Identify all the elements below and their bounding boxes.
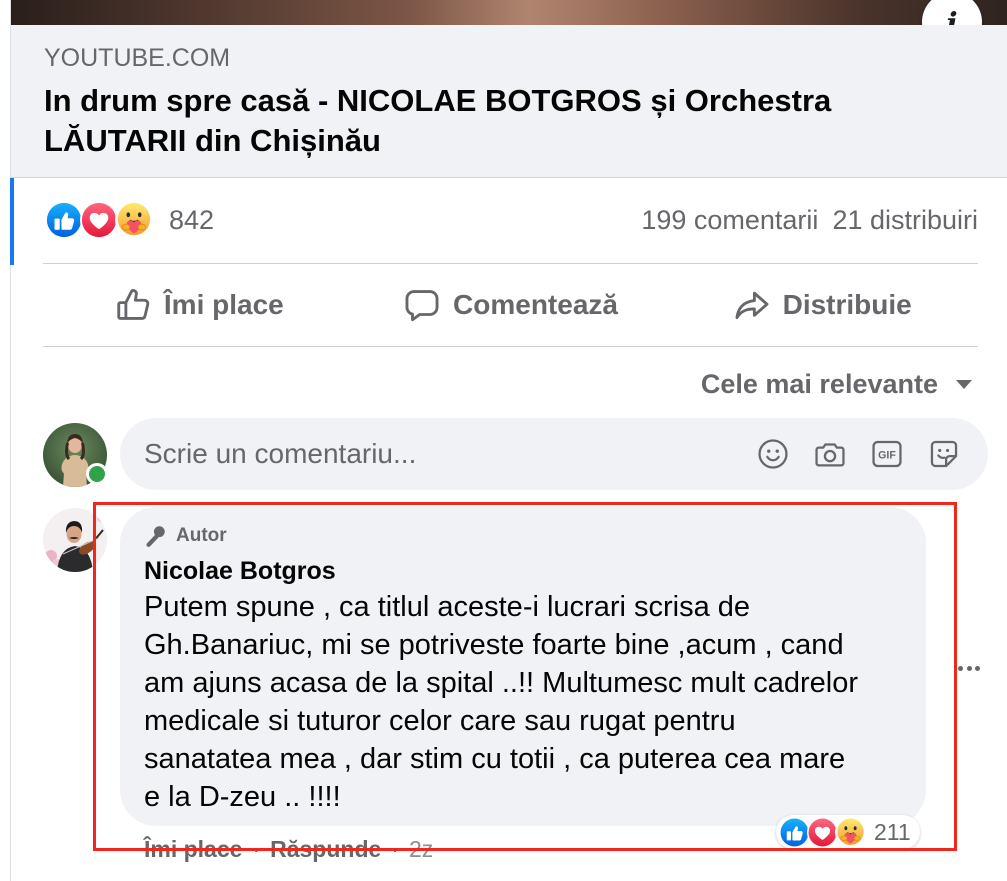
- care-reaction-icon: [115, 201, 153, 239]
- microphone-icon: [146, 526, 165, 547]
- comment-reply-link[interactable]: Răspunde: [270, 835, 381, 863]
- gif-icon-label: GIF: [878, 449, 896, 461]
- online-status-dot: [86, 463, 108, 485]
- gif-icon[interactable]: GIF: [870, 437, 904, 471]
- separator: ·: [252, 836, 261, 862]
- camera-icon[interactable]: [813, 437, 847, 471]
- love-reaction-icon: [807, 817, 838, 848]
- comment-like-link[interactable]: Îmi place: [144, 835, 242, 863]
- focus-indicator: [10, 178, 14, 265]
- comment-icon: [405, 290, 439, 322]
- comment-text: Putem spune , ca titlul aceste-i lucrari…: [144, 591, 859, 813]
- divider: [43, 346, 978, 347]
- emoji-icon[interactable]: [756, 437, 790, 471]
- dot: [975, 665, 980, 671]
- comments-count[interactable]: 199 comentarii: [641, 205, 818, 236]
- comment-button-label: Comentează: [453, 289, 618, 320]
- comment-reaction-count: 211: [874, 818, 911, 845]
- comment-input-placeholder: Scrie un comentariu...: [144, 438, 417, 469]
- author-badge-label: Autor: [176, 525, 227, 546]
- like-reaction-icon: [45, 201, 83, 239]
- comment-author-avatar[interactable]: [43, 508, 107, 572]
- reaction-count[interactable]: 842: [169, 205, 214, 236]
- link-preview[interactable]: YOUTUBE.COM In drum spre casă - NICOLAE …: [11, 25, 1007, 178]
- author-badge: Autor: [142, 521, 227, 551]
- link-domain: YOUTUBE.COM: [44, 44, 231, 72]
- comment-author-name[interactable]: Nicolae Botgros: [144, 555, 336, 587]
- comment-reactions[interactable]: 211: [776, 815, 920, 849]
- dot: [958, 665, 963, 671]
- share-button-label: Distribuie: [782, 289, 912, 320]
- post-reactions[interactable]: 842: [45, 201, 214, 239]
- love-reaction-icon: [80, 201, 118, 239]
- shares-count[interactable]: 21 distribuiri: [832, 205, 978, 236]
- comment-options-icon[interactable]: [958, 660, 980, 676]
- sticker-icon[interactable]: [927, 437, 961, 471]
- post-counters: 199 comentarii 21 distribuiri: [641, 205, 978, 236]
- comment-input-tools: GIF: [756, 418, 961, 490]
- comment-footer: Îmi place · Răspunde · 2z: [144, 835, 433, 863]
- share-button[interactable]: Distribuie: [666, 264, 978, 346]
- comment-sort-label: Cele mai relevante: [700, 368, 938, 399]
- share-icon: [735, 291, 769, 320]
- comment-author-avatar-image: [43, 508, 107, 572]
- comment-button[interactable]: Comentează: [355, 264, 667, 346]
- separator: ·: [391, 836, 399, 862]
- comment-input[interactable]: Scrie un comentariu... GIF: [120, 418, 988, 490]
- post-actions: Îmi place Comentează Distribuie: [43, 264, 978, 346]
- caret-down-icon: [956, 379, 972, 389]
- dot: [966, 665, 972, 671]
- comment-timestamp[interactable]: 2z: [409, 835, 433, 863]
- like-reaction-icon: [779, 817, 810, 848]
- comment-sort-dropdown[interactable]: Cele mai relevante: [701, 366, 972, 402]
- like-button-label: Îmi place: [163, 289, 284, 320]
- video-thumbnail[interactable]: [11, 0, 1007, 25]
- link-title: In drum spre casă - NICOLAE BOTGROS și O…: [44, 83, 832, 158]
- like-button[interactable]: Îmi place: [43, 264, 355, 346]
- post-stats: 842 199 comentarii 21 distribuiri: [45, 200, 978, 240]
- comment-bubble: Autor Nicolae Botgros Putem spune , ca t…: [120, 507, 926, 826]
- thumbs-up-icon: [117, 289, 150, 320]
- care-reaction-icon: [835, 817, 866, 848]
